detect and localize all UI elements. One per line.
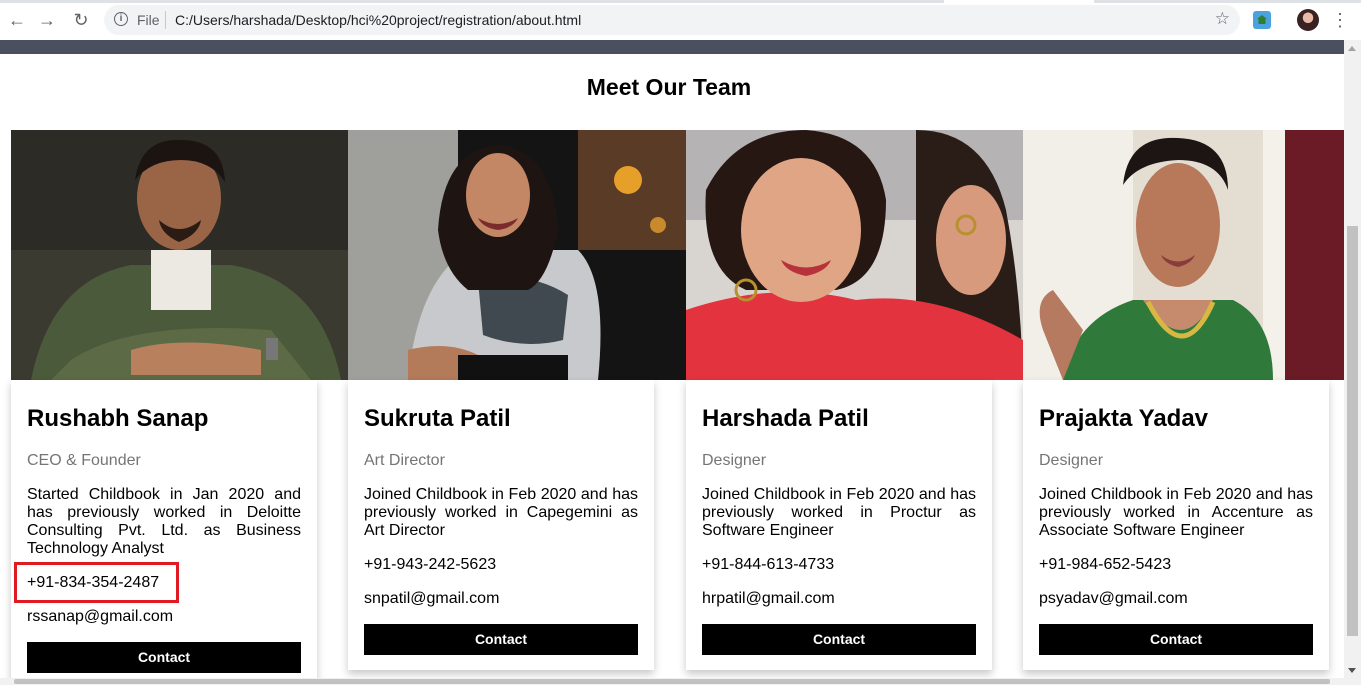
team-photo-prajakta: [1023, 130, 1344, 380]
member-email[interactable]: snpatil@gmail.com: [364, 590, 499, 608]
member-name: Rushabh Sanap: [27, 405, 209, 432]
tab-strip: [0, 0, 1361, 3]
team-card: Harshada Patil Designer Joined Childbook…: [686, 380, 992, 670]
contact-button[interactable]: Contact: [364, 624, 638, 655]
reload-icon[interactable]: ↻: [70, 9, 92, 31]
horizontal-scrollbar[interactable]: [0, 678, 1344, 685]
member-phone: +91-984-652-5423: [1039, 556, 1172, 573]
scroll-up-icon[interactable]: [1348, 46, 1356, 51]
member-email[interactable]: psyadav@gmail.com: [1039, 590, 1188, 608]
omnibox-divider: [165, 11, 166, 29]
member-bio: Joined Childbook in Feb 2020 and has pre…: [1039, 486, 1313, 539]
team-card: Rushabh Sanap CEO & Founder Started Chil…: [11, 380, 317, 685]
member-phone: +91-844-613-4733: [702, 556, 835, 573]
team-photo-rushabh: [11, 130, 348, 380]
horizontal-scroll-thumb[interactable]: [14, 679, 1330, 684]
contact-button[interactable]: Contact: [702, 624, 976, 655]
site-info-icon[interactable]: i: [114, 12, 128, 26]
scroll-down-icon[interactable]: [1348, 668, 1356, 673]
member-email[interactable]: rssanap@gmail.com: [27, 608, 173, 626]
vertical-scroll-thumb[interactable]: [1347, 226, 1358, 636]
contact-button[interactable]: Contact: [27, 642, 301, 673]
member-phone: +91-834-354-2487: [27, 574, 160, 591]
browser-toolbar: ← → ↻ i File C:/Users/harshada/Desktop/h…: [0, 0, 1361, 40]
page-title: Meet Our Team: [586, 74, 752, 100]
member-name: Harshada Patil: [702, 405, 869, 432]
member-role: Designer: [702, 452, 767, 469]
back-icon[interactable]: ←: [6, 9, 28, 31]
profile-avatar[interactable]: [1297, 9, 1319, 31]
team-photo-harshada: [686, 130, 1023, 380]
member-role: Designer: [1039, 452, 1104, 469]
active-tab[interactable]: [944, 0, 1094, 3]
navbar-strip: [0, 40, 1344, 54]
vertical-scrollbar[interactable]: [1344, 40, 1361, 685]
member-name: Sukruta Patil: [364, 405, 511, 432]
url-text[interactable]: C:/Users/harshada/Desktop/hci%20project/…: [175, 12, 581, 28]
member-bio: Joined Childbook in Feb 2020 and has pre…: [702, 486, 976, 539]
bookmark-star-icon[interactable]: ☆: [1215, 9, 1230, 29]
page-content: Meet Our Team Rushabh Sanap CEO & Founde…: [0, 40, 1344, 685]
team-card: Prajakta Yadav Designer Joined Childbook…: [1023, 380, 1329, 670]
browser-menu-icon[interactable]: ⋮: [1331, 8, 1349, 32]
team-photo-sukruta: [348, 130, 686, 380]
forward-icon[interactable]: →: [36, 9, 58, 31]
contact-button[interactable]: Contact: [1039, 624, 1313, 655]
member-name: Prajakta Yadav: [1039, 405, 1209, 432]
member-bio: Started Childbook in Jan 2020 and has pr…: [27, 486, 301, 557]
member-phone: +91-943-242-5623: [364, 556, 497, 573]
member-bio: Joined Childbook in Feb 2020 and has pre…: [364, 486, 638, 539]
file-label: File: [137, 12, 160, 28]
address-bar[interactable]: i File C:/Users/harshada/Desktop/hci%20p…: [104, 5, 1240, 35]
home-extension-icon[interactable]: [1253, 11, 1271, 29]
member-email[interactable]: hrpatil@gmail.com: [702, 590, 835, 608]
member-role: Art Director: [364, 452, 445, 469]
team-card: Sukruta Patil Art Director Joined Childb…: [348, 380, 654, 670]
member-role: CEO & Founder: [27, 452, 141, 469]
